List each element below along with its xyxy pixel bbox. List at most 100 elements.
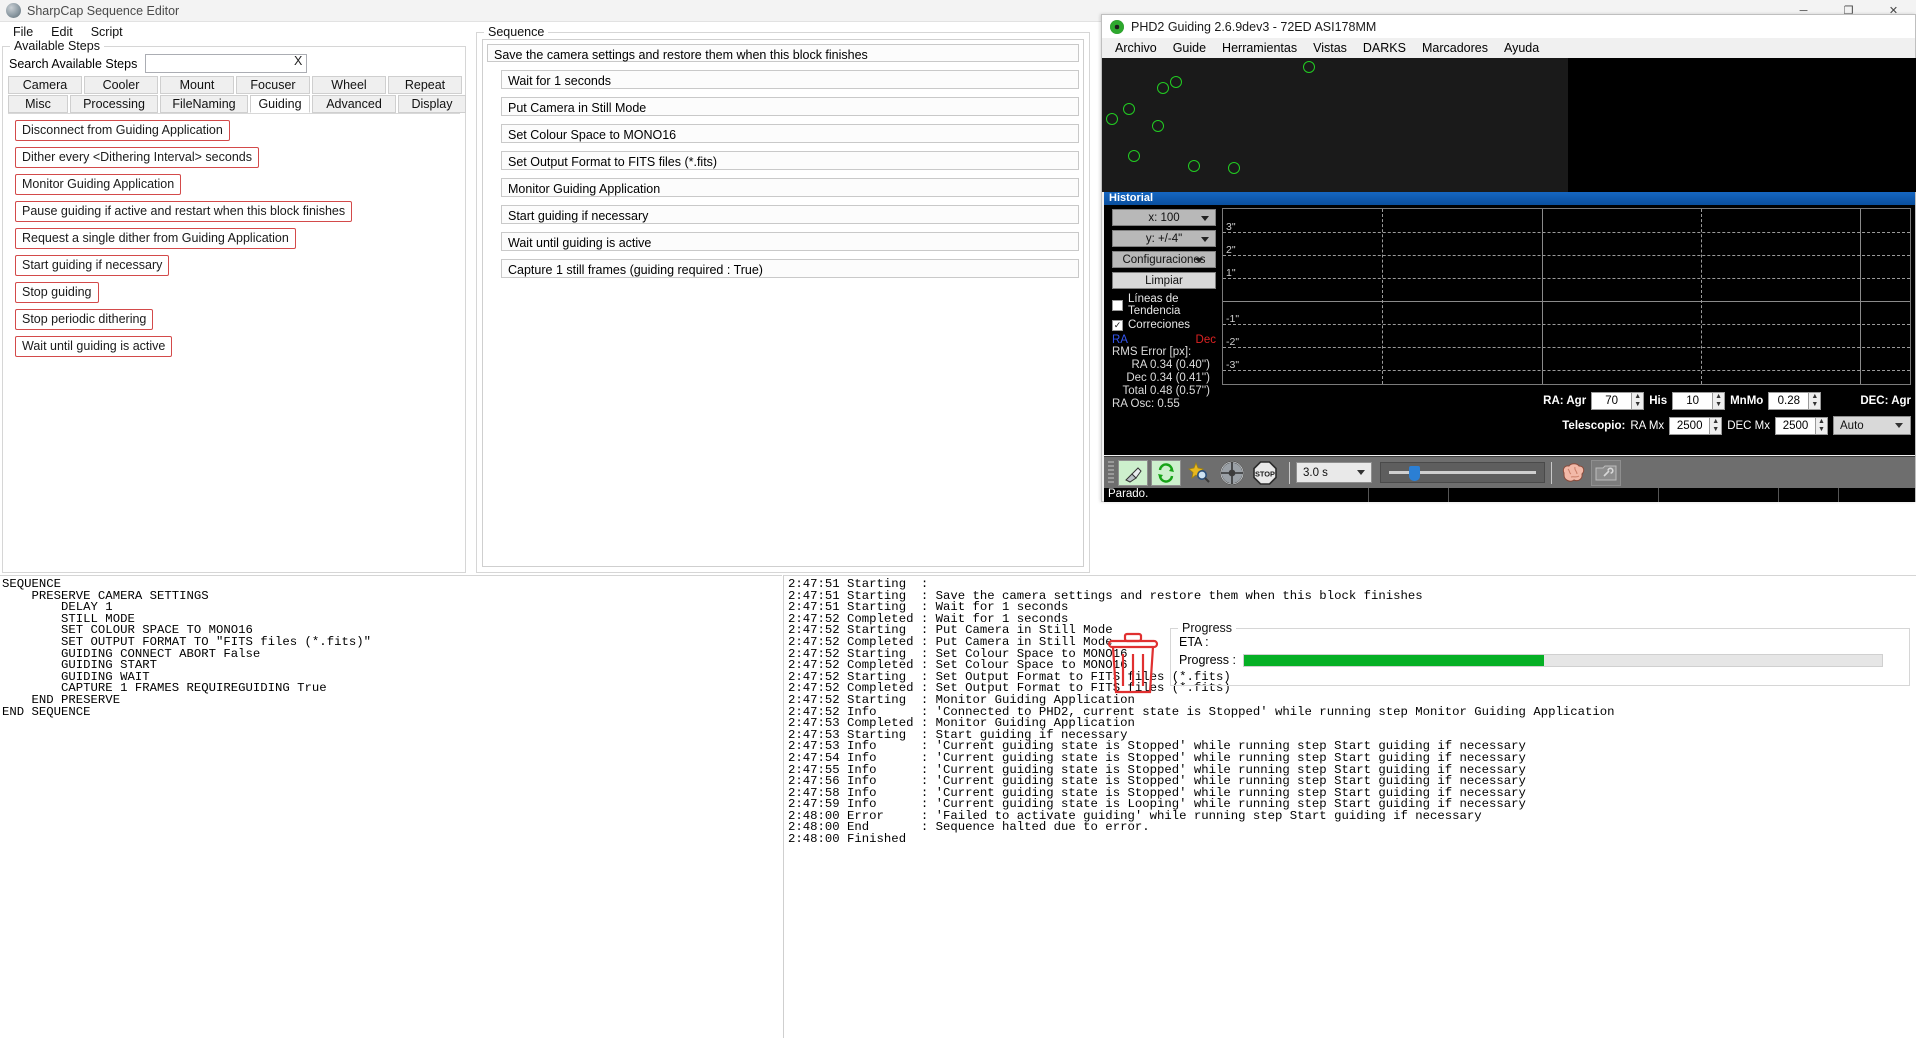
- menu-archivo[interactable]: Archivo: [1107, 40, 1165, 56]
- tab-cooler[interactable]: Cooler: [84, 76, 158, 94]
- sequence-list: Save the camera settings and restore the…: [482, 39, 1084, 567]
- clear-button[interactable]: Limpiar: [1112, 272, 1216, 289]
- script-text-panel[interactable]: SEQUENCE PRESERVE CAMERA SETTINGS DELAY …: [0, 575, 782, 1038]
- tab-wheel[interactable]: Wheel: [312, 76, 386, 94]
- tab-display[interactable]: Display: [398, 95, 466, 113]
- mnmo-input[interactable]: [1768, 391, 1809, 410]
- telescope-params-row: Telescopio: RA Mx ▲▼ DEC Mx ▲▼ Auto: [1222, 415, 1911, 436]
- chevron-down-icon: [1201, 237, 1209, 242]
- step-tabs-row-2: Misc Processing FileNaming Guiding Advan…: [8, 95, 468, 113]
- dec-mode-dropdown[interactable]: Auto: [1833, 416, 1911, 435]
- ra-osc: RA Osc: 0.55: [1112, 398, 1180, 410]
- rms-title: RMS Error [px]:: [1112, 346, 1192, 358]
- chevron-down-icon: [1895, 423, 1903, 428]
- stepper-arrows[interactable]: ▲ ▼: [1709, 416, 1723, 435]
- ra-aggr-input[interactable]: [1591, 391, 1632, 410]
- y-tick-label: -3": [1226, 359, 1240, 371]
- his-input[interactable]: [1672, 391, 1713, 410]
- available-step-item[interactable]: Disconnect from Guiding Application: [15, 120, 230, 141]
- sequence-step-item[interactable]: Put Camera in Still Mode: [501, 97, 1079, 116]
- available-step-item[interactable]: Monitor Guiding Application: [15, 174, 182, 195]
- advanced-settings-icon[interactable]: [1591, 459, 1621, 486]
- tab-focuser[interactable]: Focuser: [236, 76, 310, 94]
- stop-icon[interactable]: STOP: [1250, 460, 1280, 486]
- guide-icon[interactable]: [1217, 460, 1247, 486]
- available-steps-title: Available Steps: [10, 39, 104, 53]
- stepper-arrows[interactable]: ▲ ▼: [1815, 416, 1828, 435]
- phd2-camera-view[interactable]: [1102, 58, 1916, 192]
- y-scale-dropdown[interactable]: y: +/-4": [1112, 230, 1216, 247]
- trend-lines-label: Líneas de Tendencia: [1128, 293, 1181, 317]
- tab-guiding[interactable]: Guiding: [250, 95, 310, 113]
- ra-mx-input[interactable]: [1669, 416, 1710, 435]
- history-panel: x: 100 y: +/-4" Configuraciones Limpiar …: [1104, 205, 1915, 455]
- available-step-item[interactable]: Wait until guiding is active: [15, 336, 173, 357]
- tab-advanced[interactable]: Advanced: [312, 95, 396, 113]
- menu-script[interactable]: Script: [82, 24, 132, 40]
- mnmo-stepper[interactable]: ▲▼: [1768, 391, 1822, 410]
- his-stepper[interactable]: ▲▼: [1672, 391, 1726, 410]
- available-step-item[interactable]: Pause guiding if active and restart when…: [15, 201, 353, 222]
- sequence-step-item[interactable]: Wait until guiding is active: [501, 232, 1079, 251]
- x-scale-label: x: 100: [1148, 211, 1180, 224]
- tab-filenaming[interactable]: FileNaming: [160, 95, 248, 113]
- sequence-step-item[interactable]: Set Colour Space to MONO16: [501, 124, 1079, 143]
- menu-ayuda[interactable]: Ayuda: [1496, 40, 1547, 56]
- sequence-step-item[interactable]: Capture 1 still frames (guiding required…: [501, 259, 1079, 278]
- sequence-step-item[interactable]: Start guiding if necessary: [501, 205, 1079, 224]
- settings-dropdown[interactable]: Configuraciones: [1112, 251, 1216, 268]
- phd2-statusbar: Parado.: [1104, 488, 1915, 502]
- corrections-checkbox[interactable]: ✓ Correciones: [1112, 319, 1216, 331]
- available-step-item[interactable]: Start guiding if necessary: [15, 255, 170, 276]
- x-scale-dropdown[interactable]: x: 100: [1112, 209, 1216, 226]
- clear-search-icon[interactable]: X: [294, 54, 302, 68]
- menu-edit[interactable]: Edit: [42, 24, 82, 40]
- available-step-item[interactable]: Stop guiding: [15, 282, 99, 303]
- stepper-arrows[interactable]: ▲ ▼: [1712, 391, 1726, 410]
- tab-camera[interactable]: Camera: [8, 76, 82, 94]
- gamma-slider[interactable]: [1380, 462, 1545, 483]
- loop-exposures-icon[interactable]: [1151, 459, 1181, 486]
- dec-mx-input[interactable]: [1775, 416, 1815, 435]
- menu-guide[interactable]: Guide: [1165, 40, 1214, 56]
- available-step-item[interactable]: Dither every <Dithering Interval> second…: [15, 147, 259, 168]
- search-input-wrap[interactable]: X: [145, 54, 308, 73]
- available-step-item[interactable]: Request a single dither from Guiding App…: [15, 228, 296, 249]
- connect-equipment-icon[interactable]: [1118, 459, 1148, 486]
- guiding-history-graph[interactable]: 3" 2" 1" -1" -2" -3": [1222, 208, 1911, 385]
- sequence-step-item[interactable]: Monitor Guiding Application: [501, 178, 1079, 197]
- menu-marcadores[interactable]: Marcadores: [1414, 40, 1496, 56]
- menu-herramientas[interactable]: Herramientas: [1214, 40, 1305, 56]
- stepper-arrows[interactable]: ▲ ▼: [1631, 391, 1645, 410]
- auto-select-star-icon[interactable]: [1184, 460, 1214, 486]
- exposure-value: 3.0 s: [1303, 466, 1328, 479]
- search-input[interactable]: [146, 55, 287, 72]
- rms-dec: Dec 0.34 (0.41''): [1126, 372, 1210, 384]
- sequence-step-item[interactable]: Wait for 1 seconds: [501, 70, 1079, 89]
- available-step-item[interactable]: Stop periodic dithering: [15, 309, 154, 330]
- settings-label: Configuraciones: [1122, 253, 1206, 266]
- stepper-arrows[interactable]: ▲ ▼: [1808, 391, 1822, 410]
- tab-misc[interactable]: Misc: [8, 95, 68, 113]
- tab-mount[interactable]: Mount: [160, 76, 234, 94]
- exposure-dropdown[interactable]: 3.0 s: [1296, 462, 1372, 483]
- menu-vistas[interactable]: Vistas: [1305, 40, 1355, 56]
- brain-settings-icon[interactable]: [1558, 460, 1588, 486]
- ra-mx-stepper[interactable]: ▲▼: [1669, 416, 1723, 435]
- sequence-step-item[interactable]: Set Output Format to FITS files (*.fits): [501, 151, 1079, 170]
- phd2-app-icon: [1110, 19, 1124, 34]
- chevron-down-icon: [1201, 216, 1209, 221]
- tab-repeat[interactable]: Repeat: [388, 76, 462, 94]
- corrections-label: Correciones: [1128, 319, 1190, 331]
- phd2-window: PHD2 Guiding 2.6.9dev3 - 72ED ASI178MM A…: [1101, 14, 1916, 502]
- menu-file[interactable]: File: [4, 24, 42, 40]
- ra-aggr-stepper[interactable]: ▲▼: [1591, 391, 1645, 410]
- menu-darks[interactable]: DARKS: [1355, 40, 1414, 56]
- tab-processing[interactable]: Processing: [70, 95, 158, 113]
- delete-trash-icon[interactable]: [1102, 630, 1164, 694]
- dec-mx-stepper[interactable]: ▲▼: [1775, 416, 1828, 435]
- sequence-root-item[interactable]: Save the camera settings and restore the…: [487, 44, 1079, 62]
- toolbar-grip[interactable]: [1108, 460, 1114, 485]
- trend-lines-checkbox[interactable]: Líneas de Tendencia: [1112, 293, 1216, 317]
- slider-thumb[interactable]: [1409, 466, 1420, 481]
